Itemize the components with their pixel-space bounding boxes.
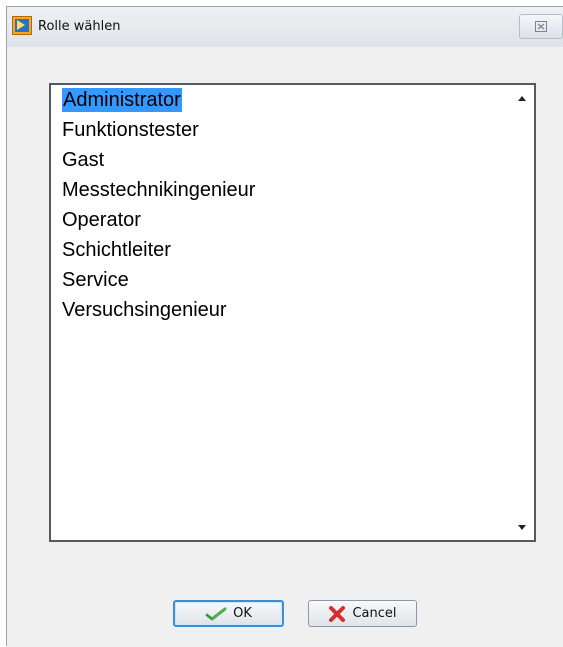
window-title: Rolle wählen xyxy=(38,19,121,34)
cancel-button-label: Cancel xyxy=(352,606,397,621)
role-list: Administrator Funktionstester Gast Messtech… xyxy=(59,85,258,325)
role-list-item[interactable]: Schichtleiter xyxy=(59,235,258,265)
title-bar: Rolle wählen xyxy=(7,7,563,47)
dialog-window: Rolle wählen Administrator Funktionsteste… xyxy=(6,6,563,647)
dialog-client-area: Administrator Funktionstester Gast Messtech… xyxy=(7,47,563,647)
scroll-up-arrow-icon[interactable] xyxy=(518,96,526,101)
role-list-item[interactable]: Messtechnikingenieur xyxy=(59,175,258,205)
check-icon xyxy=(205,607,227,620)
role-list-item-label: Administrator xyxy=(62,88,182,112)
role-list-item[interactable]: Operator xyxy=(59,205,258,235)
role-list-item-label: Versuchsingenieur xyxy=(62,299,227,321)
cancel-button[interactable]: Cancel xyxy=(308,600,417,627)
role-list-item[interactable]: Administrator xyxy=(59,85,258,115)
scroll-down-arrow-icon[interactable] xyxy=(518,525,526,530)
close-button[interactable] xyxy=(519,14,563,39)
role-listbox[interactable]: Administrator Funktionstester Gast Messtech… xyxy=(49,83,536,542)
role-list-item[interactable]: Service xyxy=(59,265,258,295)
app-icon xyxy=(12,16,32,35)
role-list-item[interactable]: Versuchsingenieur xyxy=(59,295,258,325)
role-list-item[interactable]: Funktionstester xyxy=(59,115,258,145)
ok-button-label: OK xyxy=(233,606,252,621)
role-list-item-label: Gast xyxy=(62,149,105,171)
role-list-item-label: Funktionstester xyxy=(62,119,199,141)
role-list-item-label: Messtechnikingenieur xyxy=(62,179,256,201)
x-icon xyxy=(329,605,346,622)
role-list-item[interactable]: Gast xyxy=(59,145,258,175)
ok-button[interactable]: OK xyxy=(173,600,284,627)
close-icon xyxy=(535,21,547,32)
role-list-item-label: Service xyxy=(62,269,129,291)
role-list-item-label: Operator xyxy=(62,209,141,231)
role-list-item-label: Schichtleiter xyxy=(62,239,171,261)
